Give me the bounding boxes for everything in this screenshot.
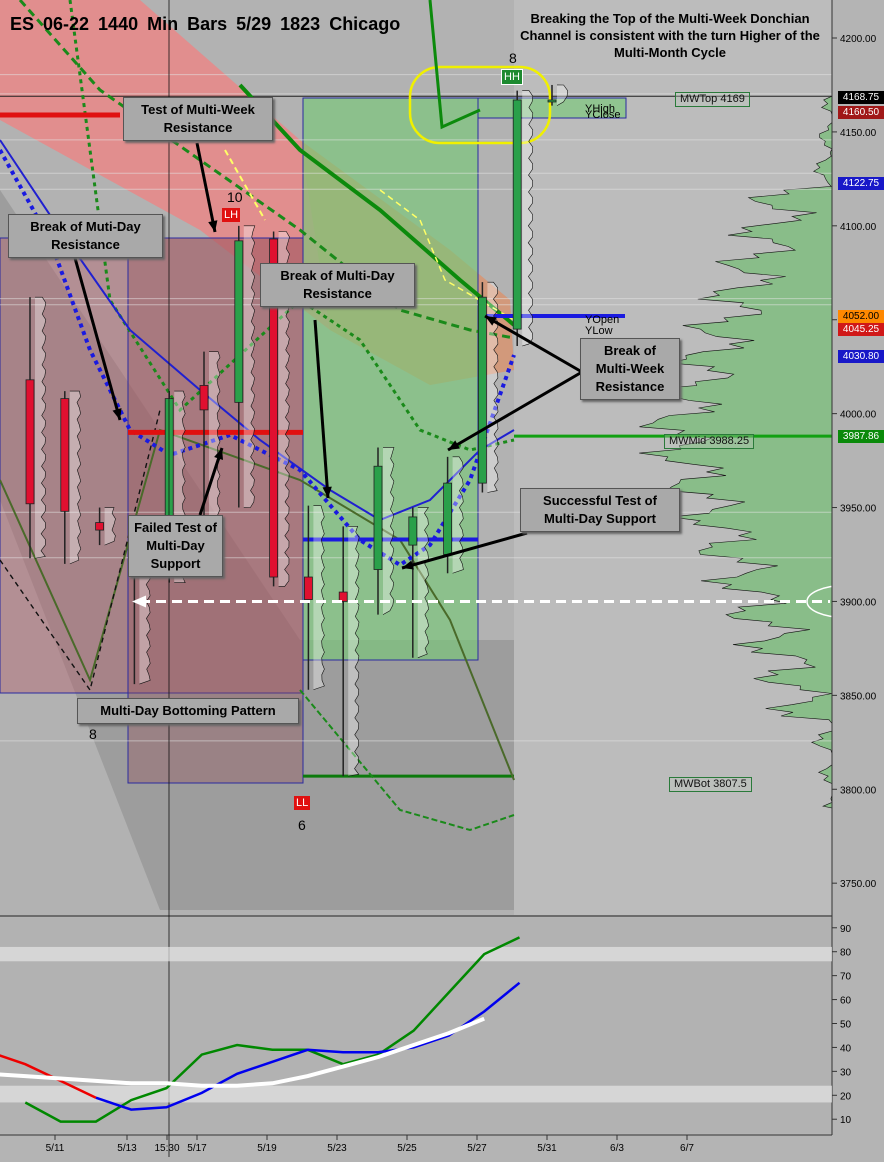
callout-bottoming-pattern: Multi-Day Bottoming Pattern [77, 698, 299, 724]
price-label-2: 4122.75 [838, 177, 884, 191]
y-tick-label-4: 4000.00 [840, 410, 877, 421]
ind-tick-label-1: 80 [840, 948, 852, 959]
price-label-6: 3987.86 [838, 430, 884, 444]
x-tick-label-3: 5/17 [187, 1143, 207, 1154]
y-tick-label-1: 4150.00 [840, 128, 877, 139]
candle-body-12 [443, 482, 453, 555]
mw-top-label: MWTop 4169 [675, 92, 750, 107]
candle-body-1 [60, 398, 70, 512]
ind-tick-label-4: 50 [840, 1020, 852, 1031]
candle-body-2 [95, 522, 104, 531]
callout-test-multi-week-resistance: Test of Multi-Week Resistance [123, 97, 273, 141]
candle-body-15 [547, 99, 557, 103]
y-tick-label-0: 4200.00 [840, 34, 877, 45]
yclose-tag: YClose [585, 109, 621, 121]
candle-body-14 [512, 99, 522, 330]
price-chart: 4200.004150.004100.004050.004000.003950.… [0, 0, 884, 1157]
y-tick-label-2: 4100.00 [840, 222, 877, 233]
candle-body-13 [477, 296, 487, 484]
price-label-4: 4045.25 [838, 322, 884, 336]
chart-title: ES 06-22 1440 Min Bars 5/29 1823 Chicago [10, 14, 401, 34]
candle-body-11 [408, 516, 418, 546]
price-label-1: 4160.50 [838, 106, 884, 120]
ind-tick-label-8: 10 [840, 1115, 852, 1126]
chart-window: 4200.004150.004100.004050.004000.003950.… [0, 0, 884, 1157]
hh-count: 8 [509, 50, 517, 66]
x-tick-label-5: 5/23 [327, 1143, 347, 1154]
y-tick-label-7: 3850.00 [840, 691, 877, 702]
price-label-3: 4052.00 [838, 309, 884, 323]
x-tick-label-7: 5/27 [467, 1143, 487, 1154]
candle-body-10 [373, 465, 383, 570]
x-tick-label-4: 5/19 [257, 1143, 277, 1154]
y-tick-label-6: 3900.00 [840, 597, 877, 608]
lh-count: 10 [227, 189, 243, 205]
callout-failed-test-support: Failed Test of Multi-Day Support [128, 515, 223, 577]
ind-tick-label-6: 30 [840, 1067, 852, 1078]
callout-successful-test-support: Successful Test of Multi-Day Support [520, 488, 680, 532]
y-tick-label-8: 3800.00 [840, 785, 877, 796]
ll-badge: LL [294, 796, 311, 810]
callout-break-multi-week-resistance: Break of Multi-Week Resistance [580, 338, 680, 400]
ind-tick-label-0: 90 [840, 924, 852, 935]
price-label-0: 4168.75 [838, 90, 884, 104]
chart-note: Breaking the Top of the Multi-Week Donch… [520, 11, 820, 60]
mw-mid-label: MWMid 3988.25 [664, 434, 755, 449]
hh-badge: HH [501, 69, 523, 85]
candle-body-8 [303, 576, 313, 600]
x-tick-label-8: 5/31 [537, 1143, 557, 1154]
x-tick-label-2: 15:30 [154, 1143, 179, 1154]
ind-tick-label-3: 60 [840, 996, 852, 1007]
lh-badge: LH [222, 208, 241, 222]
ind-tick-label-7: 20 [840, 1091, 852, 1102]
x-tick-label-9: 6/3 [610, 1143, 624, 1154]
x-tick-label-6: 5/25 [397, 1143, 417, 1154]
x-tick-label-10: 6/7 [680, 1143, 694, 1154]
y-tick-label-9: 3750.00 [840, 879, 877, 890]
ll-count: 6 [298, 817, 306, 833]
axis-bg [832, 0, 884, 1157]
candle-body-5 [199, 385, 209, 411]
bottom-count: 8 [89, 726, 97, 742]
ylow-tag: YLow [585, 325, 613, 337]
callout-break-multi-day-resistance: Break of Multi-Day Resistance [260, 263, 415, 307]
mw-bot-label: MWBot 3807.5 [669, 777, 752, 792]
overbought-band [0, 946, 832, 962]
x-tick-label-0: 5/11 [46, 1143, 65, 1154]
price-label-5: 4030.80 [838, 349, 884, 363]
x-tick-label-1: 5/13 [117, 1143, 137, 1154]
candle-body-6 [234, 240, 244, 403]
callout-break-muti-day-resistance: Break of Muti-Day Resistance [8, 214, 163, 258]
y-tick-label-5: 3950.00 [840, 504, 877, 515]
oversold-band [0, 1085, 832, 1103]
ind-tick-label-5: 40 [840, 1043, 852, 1054]
candle-body-0 [25, 379, 35, 505]
ind-tick-label-2: 70 [840, 972, 852, 983]
